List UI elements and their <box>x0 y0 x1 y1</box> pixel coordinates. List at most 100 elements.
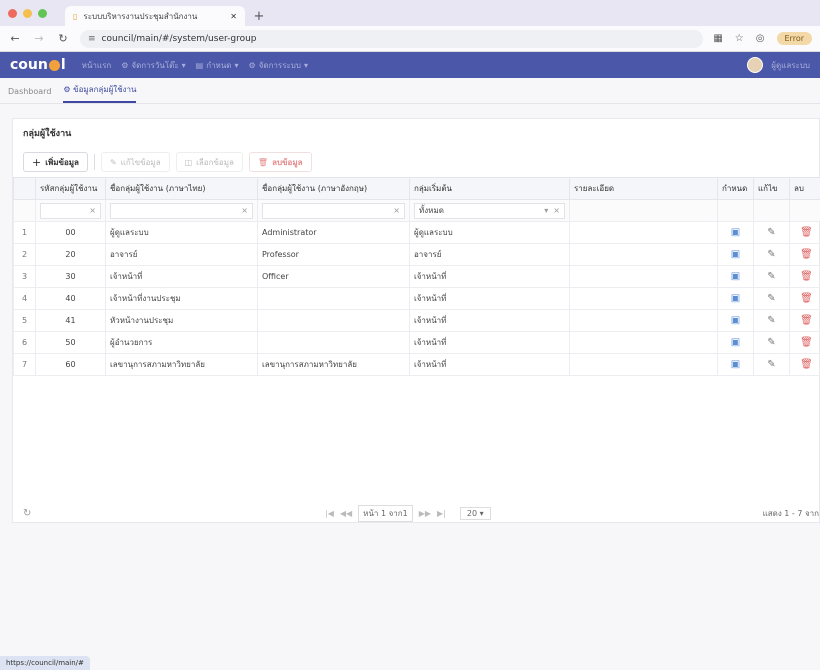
assign-icon[interactable]: ▣ <box>731 359 740 370</box>
reload-icon[interactable]: ↻ <box>56 32 70 45</box>
column-header-code[interactable]: รหัสกลุ่มผู้ใช้งาน <box>35 177 106 200</box>
group-name-en: เลขานุการสภามหาวิทยาลัย <box>257 353 410 376</box>
default-group: เจ้าหน้าที่ <box>409 265 570 288</box>
clear-icon[interactable]: × <box>89 206 96 215</box>
breadcrumb-dashboard[interactable]: Dashboard <box>8 87 51 103</box>
tab-favicon-icon: ▯ <box>73 11 78 21</box>
next-page-icon[interactable]: ▶▶ <box>419 509 431 518</box>
group-detail <box>569 265 718 288</box>
close-window-button[interactable] <box>8 8 17 18</box>
assign-cell: ▣ <box>717 265 754 288</box>
column-header-assign[interactable]: กำหนด <box>717 177 754 200</box>
name-th-filter-input[interactable]: × <box>110 202 253 219</box>
clear-icon[interactable]: × <box>553 206 560 215</box>
minimize-window-button[interactable] <box>23 8 32 18</box>
url-field[interactable]: ≡ council/main/#/system/user-group <box>80 29 704 48</box>
assign-icon[interactable]: ▣ <box>731 337 740 348</box>
assign-cell: ▣ <box>717 309 754 332</box>
column-header-edit[interactable]: แก้ไข <box>753 177 790 200</box>
group-detail <box>569 353 718 376</box>
nav-label: จัดการวันโต๊ะ <box>131 60 179 70</box>
edit-icon[interactable]: ✎ <box>767 227 775 238</box>
default-group: ผู้ดูแลระบบ <box>409 221 570 244</box>
column-header-name-th[interactable]: ชื่อกลุ่มผู้ใช้งาน (ภาษาไทย) <box>105 177 258 200</box>
assign-icon[interactable]: ▣ <box>731 227 740 238</box>
clear-icon[interactable]: × <box>241 206 248 215</box>
table-row[interactable]: 3 30 เจ้าหน้าที่ Officer เจ้าหน้าที่ ▣ ✎… <box>13 265 820 288</box>
default-group-filter-select[interactable]: ทั้งหมด ▾ × <box>414 202 565 219</box>
column-header-detail[interactable]: รายละเอียด <box>569 177 718 200</box>
maximize-window-button[interactable] <box>38 8 47 18</box>
new-tab-button[interactable]: + <box>249 6 269 26</box>
column-header-default-group[interactable]: กลุ่มเริ่มต้น <box>409 177 570 200</box>
edit-icon[interactable]: ✎ <box>767 337 775 348</box>
browser-tab[interactable]: ▯ ระบบบริหารงานประชุมสำนักงาน ✕ <box>65 6 245 26</box>
edit-cell: ✎ <box>753 221 790 244</box>
extension-icon[interactable]: ◎ <box>756 33 765 44</box>
breadcrumb-current[interactable]: ⚙ ข้อมูลกลุ่มผู้ใช้งาน <box>63 83 137 103</box>
assign-icon[interactable]: ▣ <box>731 249 740 260</box>
row-number: 7 <box>13 353 36 376</box>
back-icon[interactable]: ← <box>8 32 22 45</box>
delete-icon[interactable]: 🗑 <box>800 293 813 304</box>
group-name-th: อาจารย์ <box>105 243 258 266</box>
table-row[interactable]: 6 50 ผู้อำนวยการ เจ้าหน้าที่ ▣ ✎ 🗑 <box>13 331 820 354</box>
refresh-icon[interactable]: ↻ <box>23 508 31 519</box>
nav-item-home[interactable]: หน้าแรก <box>82 59 112 72</box>
nav-item-system[interactable]: ⚙ จัดการระบบ ▾ <box>249 59 308 72</box>
table-row[interactable]: 5 41 หัวหน้างานประชุม เจ้าหน้าที่ ▣ ✎ 🗑 <box>13 309 820 332</box>
delete-cell: 🗑 <box>789 331 820 354</box>
edit-icon[interactable]: ✎ <box>767 293 775 304</box>
logo-dot-icon <box>48 59 60 71</box>
forward-icon[interactable]: → <box>32 32 46 45</box>
table-row[interactable]: 2 20 อาจารย์ Professor อาจารย์ ▣ ✎ 🗑 <box>13 243 820 266</box>
select-button[interactable]: ◫ เลือกข้อมูล <box>175 152 243 172</box>
user-menu[interactable]: ผู้ดูแลระบบ <box>747 57 810 73</box>
assign-icon[interactable]: ▣ <box>731 293 740 304</box>
tab-close-icon[interactable]: ✕ <box>230 12 237 21</box>
app-logo[interactable]: coun l <box>10 57 66 73</box>
edit-cell: ✎ <box>753 331 790 354</box>
table-row[interactable]: 4 40 เจ้าหน้าที่งานประชุม เจ้าหน้าที่ ▣ … <box>13 287 820 310</box>
first-page-icon[interactable]: |◀ <box>325 509 334 518</box>
column-header-name-en[interactable]: ชื่อกลุ่มผู้ใช้งาน (ภาษาอังกฤษ) <box>257 177 410 200</box>
bookmark-star-icon[interactable]: ☆ <box>735 33 744 44</box>
edit-button[interactable]: ✎ แก้ไขข้อมูล <box>100 152 170 172</box>
delete-cell: 🗑 <box>789 243 820 266</box>
delete-button[interactable]: 🗑 ลบข้อมูล <box>248 152 312 172</box>
trash-icon: 🗑 <box>257 157 269 167</box>
group-name-th: ผู้ดูแลระบบ <box>105 221 258 244</box>
edit-icon[interactable]: ✎ <box>767 249 775 260</box>
add-button[interactable]: + เพิ่มข้อมูล <box>23 152 88 172</box>
table-row[interactable]: 7 60 เลขานุการสภามหาวิทยาลัย เลขานุการสภ… <box>13 353 820 376</box>
nav-item-meetings[interactable]: ⚙ จัดการวันโต๊ะ ▾ <box>121 59 185 72</box>
name-en-filter-input[interactable]: × <box>262 202 405 219</box>
current-page-input[interactable]: 1 <box>381 509 386 518</box>
table-row[interactable]: 1 00 ผู้ดูแลระบบ Administrator ผู้ดูแลระ… <box>13 221 820 244</box>
filter-cell-empty <box>717 199 754 222</box>
edit-icon[interactable]: ✎ <box>767 271 775 282</box>
translate-icon[interactable]: ▦ <box>713 33 722 44</box>
nav-item-schedule[interactable]: ▤ กำหนด ▾ <box>196 59 239 72</box>
delete-icon[interactable]: 🗑 <box>800 359 813 370</box>
prev-page-icon[interactable]: ◀◀ <box>340 509 352 518</box>
assign-cell: ▣ <box>717 287 754 310</box>
page-size-select[interactable]: 20 ▾ <box>459 506 491 520</box>
column-header-delete[interactable]: ลบ <box>789 177 820 200</box>
last-page-icon[interactable]: ▶| <box>437 509 446 518</box>
delete-icon[interactable]: 🗑 <box>800 315 813 326</box>
toolbar-divider <box>93 154 95 170</box>
site-info-icon[interactable]: ≡ <box>88 34 96 44</box>
clear-icon[interactable]: × <box>393 206 400 215</box>
delete-icon[interactable]: 🗑 <box>800 227 813 238</box>
delete-icon[interactable]: 🗑 <box>800 271 813 282</box>
code-filter-input[interactable]: × <box>40 202 101 219</box>
delete-icon[interactable]: 🗑 <box>800 337 813 348</box>
edit-icon[interactable]: ✎ <box>767 315 775 326</box>
edit-icon[interactable]: ✎ <box>767 359 775 370</box>
assign-icon[interactable]: ▣ <box>731 271 740 282</box>
assign-icon[interactable]: ▣ <box>731 315 740 326</box>
error-badge[interactable]: Error <box>776 32 812 45</box>
edit-cell: ✎ <box>753 243 790 266</box>
delete-icon[interactable]: 🗑 <box>800 249 813 260</box>
